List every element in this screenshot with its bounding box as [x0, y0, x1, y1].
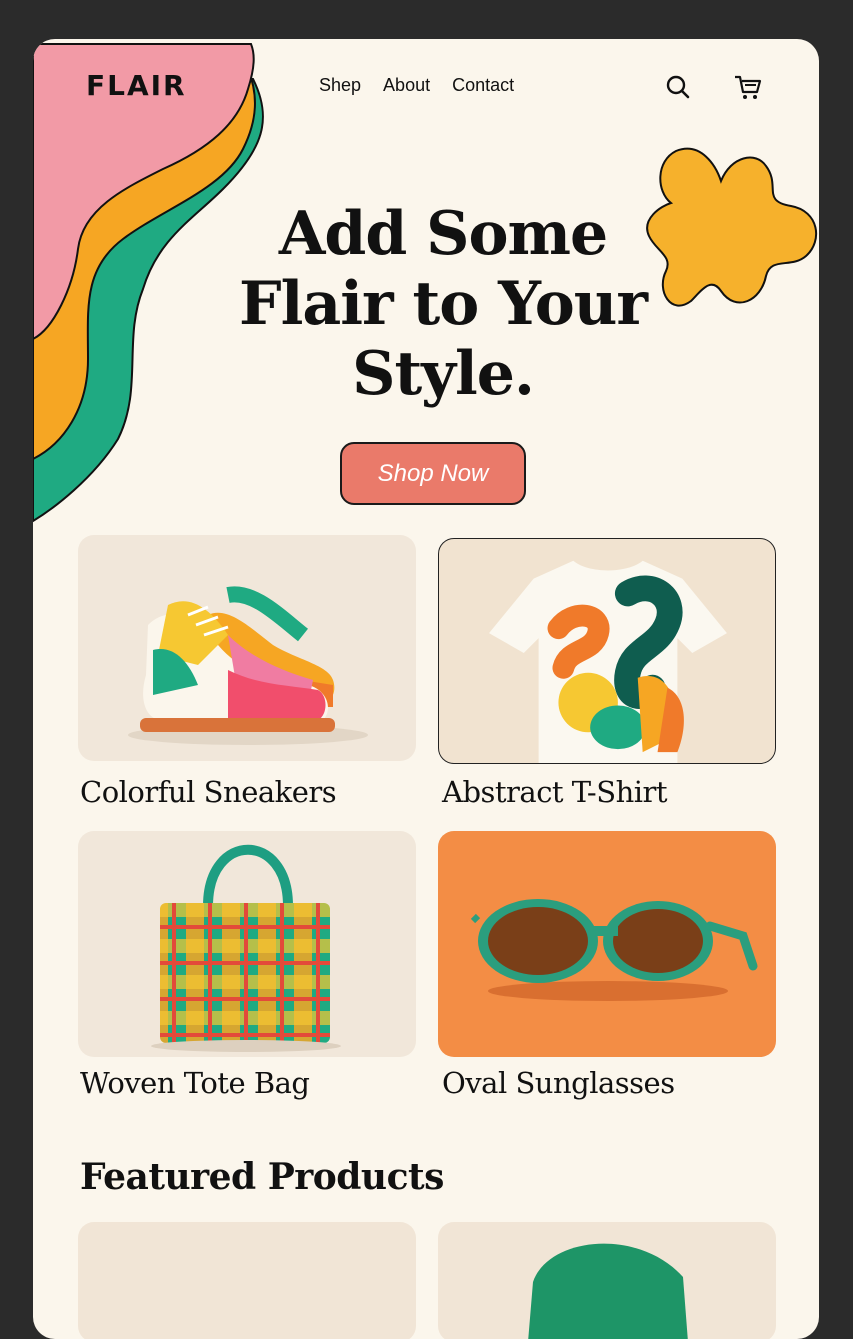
- featured-card-2[interactable]: [438, 1222, 776, 1339]
- main-nav: Shep About Contact: [319, 75, 514, 96]
- brand-logo[interactable]: FLAIR: [86, 69, 187, 102]
- featured-green-hat-image: [528, 1243, 688, 1339]
- product-label-sunglasses[interactable]: Oval Sunglasses: [442, 1066, 675, 1100]
- featured-card-1[interactable]: [78, 1222, 416, 1339]
- product-card-sneakers[interactable]: [78, 535, 416, 761]
- featured-products-title: Featured Products: [80, 1156, 444, 1198]
- sneakers-image: [128, 586, 368, 745]
- hero-title: Add Some Flair to Your Style.: [238, 199, 648, 409]
- shop-now-button[interactable]: Shop Now: [340, 442, 526, 505]
- tshirt-image: [489, 560, 727, 763]
- product-label-sneakers[interactable]: Colorful Sneakers: [80, 775, 337, 809]
- nav-item-about[interactable]: About: [383, 75, 430, 96]
- search-icon[interactable]: [663, 72, 693, 102]
- product-label-tshirt[interactable]: Abstract T-Shirt: [442, 775, 668, 809]
- nav-item-shop[interactable]: Shep: [319, 75, 361, 96]
- page-frame: FLAIR Shep About Contact Add Some Flair …: [33, 39, 819, 1339]
- product-card-tshirt[interactable]: [438, 538, 776, 764]
- cart-icon[interactable]: [732, 72, 762, 102]
- nav-item-contact[interactable]: Contact: [452, 75, 514, 96]
- sunglasses-image: [470, 899, 758, 1001]
- product-card-tote-bag[interactable]: [78, 831, 416, 1057]
- product-label-tote-bag[interactable]: Woven Tote Bag: [80, 1066, 310, 1100]
- product-card-sunglasses[interactable]: [438, 831, 776, 1057]
- tote-bag-image: [151, 844, 341, 1052]
